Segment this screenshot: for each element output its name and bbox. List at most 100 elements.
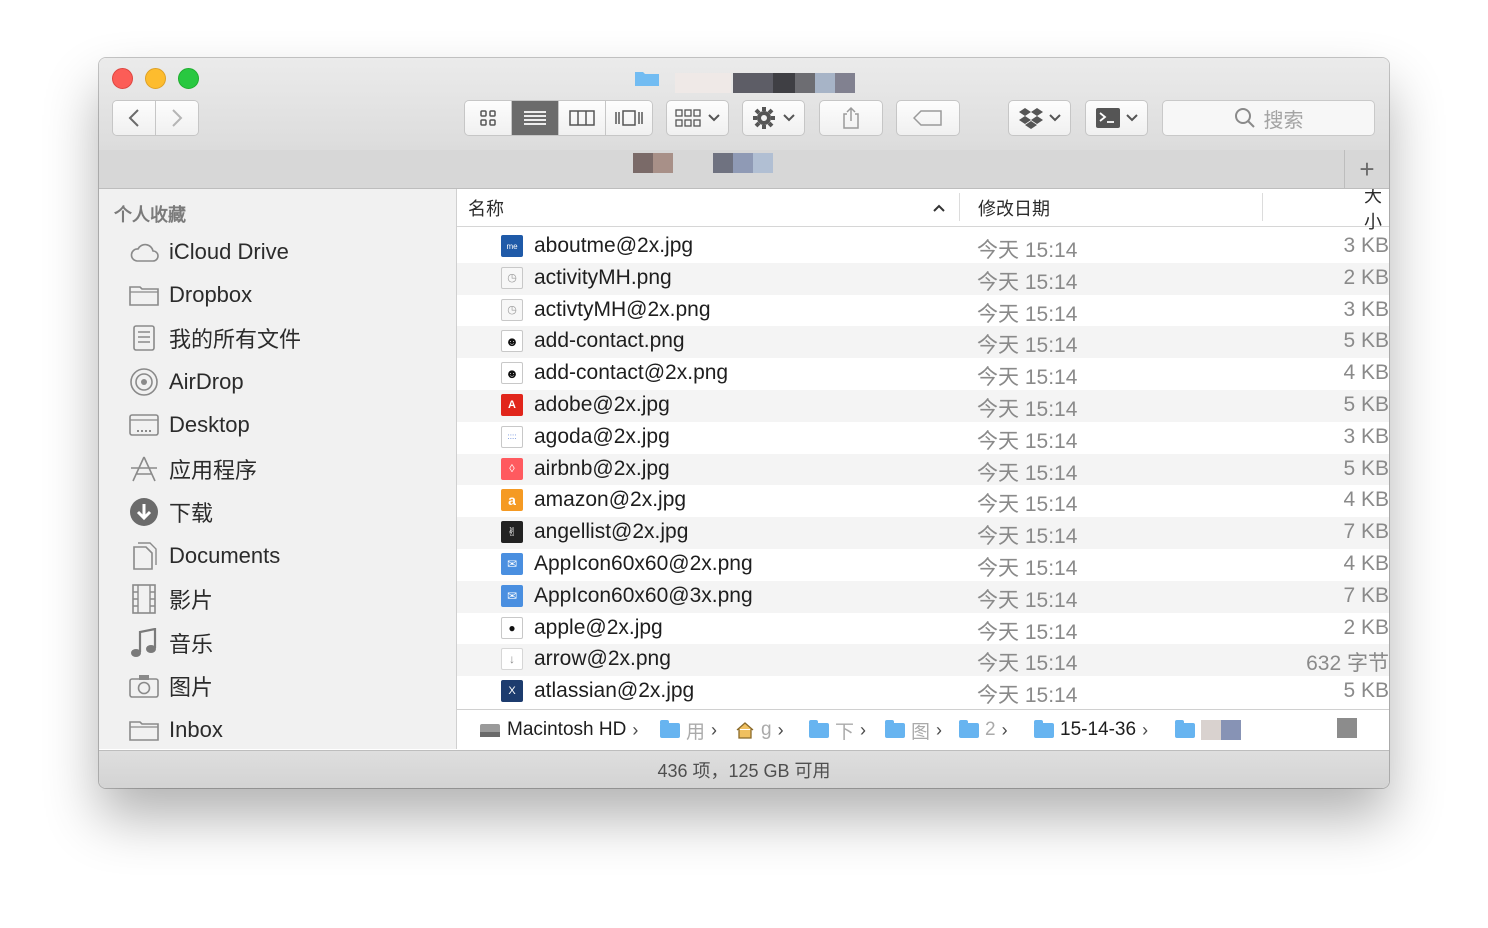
file-row[interactable]: X atlassian@2x.jpg 今天 15:14 5 KB [457,676,1389,708]
path-segment-label: Macintosh HD [507,719,627,740]
file-name: aboutme@2x.jpg [534,234,694,257]
grid-icon [480,110,496,126]
sidebar-item-label: AirDrop [169,369,244,394]
file-size: 7 KB [1343,520,1389,544]
applications-icon [129,454,159,484]
sidebar-item-movies[interactable]: 影片 [99,578,456,620]
hard-drive-icon [480,724,500,737]
folder-icon [129,715,159,745]
sidebar-item-music[interactable]: 音乐 [99,622,456,664]
chevron-right-icon: › [711,719,718,740]
minimize-button[interactable] [145,68,166,89]
file-name: activtyMH@2x.png [534,297,711,321]
file-row[interactable]: ☻ add-contact@2x.png 今天 15:14 4 KB [457,358,1389,390]
sidebar-item-desktop[interactable]: Desktop [99,404,456,446]
terminal-button[interactable] [1085,100,1148,136]
file-row[interactable]: ✉ AppIcon60x60@3x.png 今天 15:14 7 KB [457,580,1389,613]
file-row[interactable]: ◷ activtyMH@2x.png 今天 15:14 3 KB [457,295,1389,327]
file-name: add-contact.png [534,329,685,353]
path-segment[interactable]: g › [735,718,784,742]
dropbox-button[interactable] [1008,100,1071,136]
chevron-left-icon [128,109,139,127]
sidebar-item-all-files[interactable]: 我的所有文件 [99,317,456,359]
path-segment[interactable]: 15-14-36 › [1034,718,1148,742]
arrange-button[interactable] [666,100,729,136]
column-header-name[interactable]: 名称 [468,189,504,226]
chevron-right-icon [172,109,183,127]
coverflow-icon [615,110,643,126]
sidebar-item-applications[interactable]: 应用程序 [99,448,456,490]
sidebar-item-label: iCloud Drive [169,239,289,264]
path-segment[interactable]: 2 › [959,718,1008,742]
path-segment[interactable]: Macintosh HD › [479,718,638,742]
column-header-size[interactable]: 大小 [1364,189,1389,232]
zoom-button[interactable] [178,68,199,89]
chevron-right-icon: › [936,719,943,740]
file-size: 5 KB [1343,456,1389,480]
file-row[interactable]: A adobe@2x.jpg 今天 15:14 5 KB [457,389,1389,422]
file-date: 今天 15:14 [977,461,1078,485]
column-separator[interactable] [959,193,960,221]
close-button[interactable] [112,68,133,89]
appicon-icon: ✉ [501,584,523,607]
path-segment[interactable]: 下 › [809,718,866,743]
sort-ascending-icon [933,204,945,212]
forward-button[interactable] [156,101,198,135]
share-button[interactable] [819,100,883,136]
path-segment-label: 用 [686,721,706,743]
file-row[interactable]: me aboutme@2x.jpg 今天 15:14 3 KB [457,231,1389,263]
folder-icon [1034,719,1054,738]
file-size: 5 KB [1343,679,1389,703]
new-tab-button[interactable]: + [1344,150,1389,188]
tags-button[interactable] [896,100,960,136]
coverflow-view-button[interactable] [606,101,652,135]
path-segment-label: 2 [985,719,996,740]
search-icon [1234,108,1255,128]
sidebar-item-label: 我的所有文件 [169,327,302,352]
airbnb-icon: ◊ [501,457,523,480]
sidebar-item-inbox[interactable]: Inbox [99,709,456,749]
file-date: 今天 15:14 [977,652,1078,676]
gear-icon [752,107,775,129]
file-row[interactable]: ✌ angellist@2x.jpg 今天 15:14 7 KB [457,517,1389,549]
file-row[interactable]: :::: agoda@2x.jpg 今天 15:14 3 KB [457,422,1389,454]
file-size: 4 KB [1343,361,1389,385]
home-icon [736,722,754,739]
action-button[interactable] [742,100,805,136]
file-date: 今天 15:14 [977,588,1078,612]
path-segment[interactable]: 图 › [885,718,943,743]
folder-icon [1175,719,1195,738]
back-button[interactable] [113,101,156,135]
file-row[interactable]: ☻ add-contact.png 今天 15:14 5 KB [457,326,1389,359]
file-name: adobe@2x.jpg [534,392,670,416]
file-row[interactable]: ● apple@2x.jpg 今天 15:14 2 KB [457,613,1389,645]
path-segment[interactable]: 用 › [660,718,718,743]
file-size: 7 KB [1343,583,1389,607]
file-row[interactable]: ✉ AppIcon60x60@2x.png 今天 15:14 4 KB [457,549,1389,581]
sidebar-item-documents[interactable]: Documents [99,535,456,577]
file-row[interactable]: ◊ airbnb@2x.jpg 今天 15:14 5 KB [457,453,1389,486]
path-segment[interactable] [1175,718,1241,742]
sidebar-item-dropbox[interactable]: Dropbox [99,274,456,316]
search-field[interactable]: 搜索 [1162,100,1375,136]
chevron-right-icon: › [1142,719,1149,740]
column-view-button[interactable] [559,101,606,135]
icon-view-button[interactable] [465,101,512,135]
file-row[interactable]: ↓ arrow@2x.png 今天 15:14 632 字节 [457,644,1389,677]
airdrop-icon [129,367,159,397]
file-size: 2 KB [1343,265,1389,289]
sidebar-item-pictures[interactable]: 图片 [99,665,456,707]
file-row[interactable]: ◷ activityMH.png 今天 15:14 2 KB [457,262,1389,295]
path-bar: Macintosh HD › 用 › g › 下 › 图 › 2 › 15-14… [457,709,1389,750]
sidebar-item-airdrop[interactable]: AirDrop [99,361,456,403]
sidebar-item-downloads[interactable]: 下载 [99,491,456,533]
column-separator[interactable] [1262,193,1263,221]
list-view-button[interactable] [512,101,559,135]
sidebar-item-icloud-drive[interactable]: iCloud Drive [99,231,456,273]
activity-icon: ◷ [501,298,523,321]
column-header-date[interactable]: 修改日期 [978,189,1050,226]
file-name: atlassian@2x.jpg [534,679,695,703]
file-row[interactable]: a amazon@2x.jpg 今天 15:14 4 KB [457,485,1389,517]
redacted-block [1337,718,1357,738]
path-segment-label: 下 [835,721,855,743]
